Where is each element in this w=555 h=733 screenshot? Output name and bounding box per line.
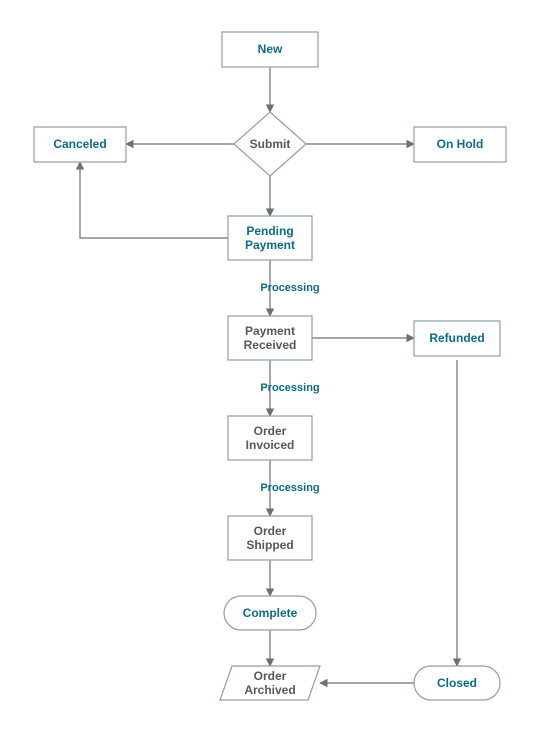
- node-closed: Closed: [414, 666, 500, 700]
- edge-label-processing-2: Processing: [260, 382, 319, 394]
- node-canceled-label: Canceled: [53, 137, 106, 151]
- node-order-invoiced: Order Invoiced: [228, 416, 312, 460]
- order-workflow-diagram: Processing Processing Processing New Sub…: [0, 0, 555, 733]
- node-order-shipped-l2: Shipped: [246, 538, 293, 552]
- node-payment-received-l1: Payment: [245, 324, 295, 338]
- node-order-archived-l1: Order: [254, 669, 287, 683]
- node-pending-payment-l2: Payment: [245, 238, 295, 252]
- node-order-invoiced-l1: Order: [254, 424, 287, 438]
- node-order-archived-l2: Archived: [244, 683, 295, 697]
- node-new: New: [222, 32, 318, 67]
- edge-label-processing-1: Processing: [260, 282, 319, 294]
- node-new-label: New: [258, 42, 283, 56]
- node-closed-label: Closed: [437, 676, 477, 690]
- node-payment-received-l2: Received: [244, 338, 297, 352]
- node-order-shipped: Order Shipped: [228, 516, 312, 560]
- node-order-shipped-l1: Order: [254, 524, 287, 538]
- node-submit: Submit: [234, 112, 306, 176]
- node-order-archived: Order Archived: [220, 666, 320, 700]
- node-on-hold-label: On Hold: [437, 137, 484, 151]
- node-order-invoiced-l2: Invoiced: [246, 438, 295, 452]
- node-refunded: Refunded: [414, 321, 500, 356]
- edge-label-processing-3: Processing: [260, 482, 319, 494]
- node-pending-payment: Pending Payment: [228, 216, 312, 260]
- node-canceled: Canceled: [34, 127, 126, 162]
- node-refunded-label: Refunded: [429, 331, 484, 345]
- node-payment-received: Payment Received: [228, 316, 312, 360]
- node-submit-label: Submit: [250, 137, 291, 151]
- node-pending-payment-l1: Pending: [246, 224, 293, 238]
- node-complete: Complete: [224, 596, 316, 630]
- node-on-hold: On Hold: [414, 127, 506, 162]
- node-complete-label: Complete: [243, 606, 298, 620]
